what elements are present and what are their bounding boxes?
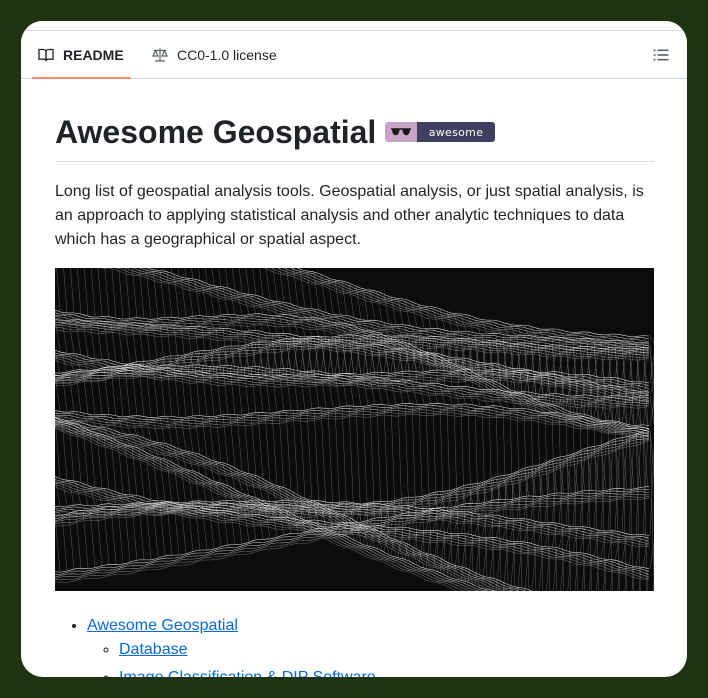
- page-title: Awesome Geospatial: [55, 114, 377, 150]
- toc-item: Awesome Geospatial Database Image Classi…: [87, 614, 654, 677]
- table-of-contents: Awesome Geospatial Database Image Classi…: [55, 614, 654, 677]
- readme-panel: README CC0-1.0 license Awesome Geospatia…: [21, 21, 687, 677]
- file-tab-bar: README CC0-1.0 license: [21, 31, 687, 79]
- tab-readme[interactable]: README: [32, 31, 131, 79]
- awesome-badge[interactable]: awesome: [385, 122, 495, 142]
- tab-license[interactable]: CC0-1.0 license: [146, 31, 286, 78]
- toc-subitem: Database: [119, 638, 654, 662]
- description: Long list of geospatial analysis tools. …: [55, 183, 644, 248]
- book-icon: [38, 47, 54, 63]
- toc-link-image-classification[interactable]: Image Classification & DIP Software: [119, 669, 376, 677]
- outline-button[interactable]: [652, 46, 670, 64]
- toc-link-awesome-geospatial[interactable]: Awesome Geospatial: [87, 617, 238, 634]
- title-row: Awesome Geospatial awesome: [55, 79, 654, 162]
- list-unordered-icon: [652, 49, 670, 68]
- toc-link-database[interactable]: Database: [119, 641, 188, 658]
- readme-content: Awesome Geospatial awesome Long list of …: [55, 79, 654, 677]
- terrain-wireframe-image: [55, 268, 654, 591]
- sunglasses-icon: [385, 122, 417, 142]
- tab-readme-label: README: [63, 46, 124, 63]
- tab-license-label: CC0-1.0 license: [177, 46, 277, 63]
- top-border: [21, 21, 687, 31]
- scale-icon: [152, 47, 168, 63]
- badge-label: awesome: [417, 122, 495, 142]
- toc-sublist: Database Image Classification & DIP Soft…: [87, 638, 654, 677]
- toc-subitem: Image Classification & DIP Software: [119, 666, 654, 677]
